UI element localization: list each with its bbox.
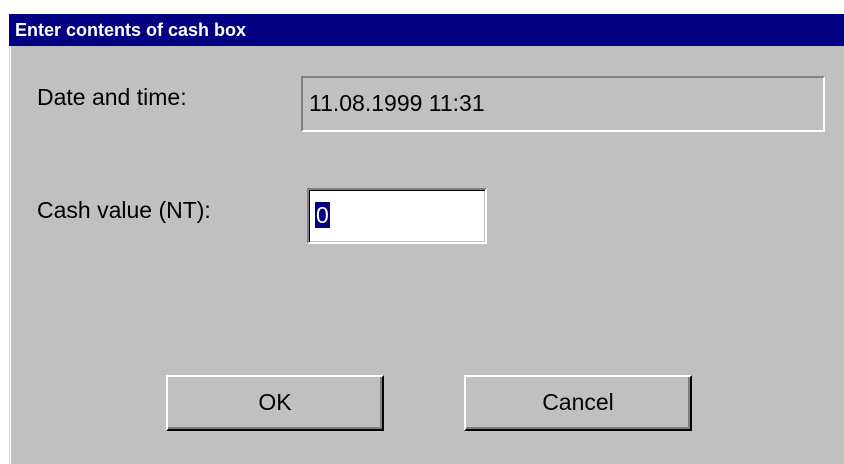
dialog-titlebar[interactable]: Enter contents of cash box (9, 14, 844, 46)
date-time-label: Date and time: (37, 84, 187, 110)
cash-value-input[interactable]: 0 (307, 188, 487, 244)
dialog-title: Enter contents of cash box (15, 20, 247, 40)
cash-value-text: 0 (315, 202, 330, 228)
ok-button[interactable]: OK (166, 375, 384, 431)
date-time-field: 11.08.1999 11:31 (301, 76, 825, 132)
cash-value-label: Cash value (NT): (37, 197, 211, 223)
cash-box-dialog: Enter contents of cash box Date and time… (9, 14, 844, 464)
cancel-button[interactable]: Cancel (464, 375, 692, 431)
